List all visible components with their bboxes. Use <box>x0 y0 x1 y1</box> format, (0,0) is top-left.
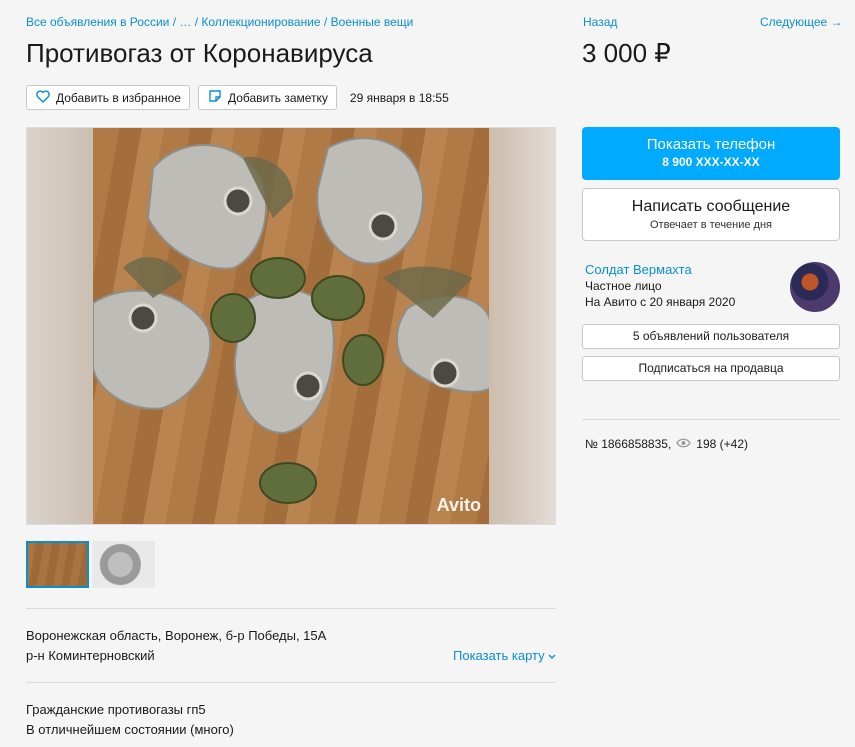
thumbnail-2[interactable] <box>92 541 155 588</box>
ad-number: № 1866858835, <box>585 437 672 451</box>
next-link[interactable]: Следующее → <box>760 15 843 29</box>
thumbnail-strip <box>26 541 155 588</box>
avito-watermark: Avito <box>436 495 481 515</box>
listing-actions: Добавить в избранное Добавить заметку 29… <box>26 85 449 110</box>
show-phone-button[interactable]: Показать телефон 8 900 XXX-XX-XX <box>582 127 840 180</box>
subscribe-button[interactable]: Подписаться на продавца <box>582 356 840 381</box>
ad-meta: № 1866858835, 198 (+42) <box>585 437 748 451</box>
breadcrumb-separator: / <box>320 15 331 29</box>
publish-date: 29 января в 18:55 <box>349 90 449 105</box>
price: 3 000 ₽ <box>582 38 671 68</box>
seller-name-link[interactable]: Солдат Вермахта <box>585 262 692 277</box>
eye-icon <box>676 437 692 451</box>
heart-icon <box>36 89 50 106</box>
show-phone-label: Показать телефон <box>646 136 776 153</box>
breadcrumb-collecting[interactable]: Коллекционирование <box>201 15 320 29</box>
divider <box>582 419 840 420</box>
seller-ads-button[interactable]: 5 объявлений пользователя <box>582 324 840 349</box>
show-map-link[interactable]: Показать карту <box>453 648 556 663</box>
add-favorite-button[interactable]: Добавить в избранное <box>26 85 190 110</box>
district: р-н Коминтерновский <box>26 648 155 663</box>
address: Воронежская область, Воронеж, б-р Победы… <box>26 628 327 643</box>
seller-since: На Авито с 20 января 2020 <box>585 295 736 309</box>
view-count: 198 (+42) <box>696 437 748 451</box>
main-photo[interactable]: Avito <box>92 128 492 524</box>
breadcrumb-ellipsis[interactable]: … <box>179 15 191 29</box>
breadcrumb-all-ads[interactable]: Все объявления в России <box>26 15 169 29</box>
add-note-label: Добавить заметку <box>227 90 328 105</box>
write-message-label: Написать сообщение <box>631 198 791 215</box>
gallery-blur-left <box>27 128 93 524</box>
breadcrumb-separator: / <box>191 15 202 29</box>
add-note-button[interactable]: Добавить заметку <box>197 85 337 110</box>
phone-number: 8 900 XXX-XX-XX <box>662 155 760 169</box>
page-title: Противогаз от Коронавируса <box>26 38 373 68</box>
note-icon <box>208 89 222 106</box>
thumbnail-1[interactable] <box>26 541 89 588</box>
gallery-blur-right <box>489 128 555 524</box>
add-favorite-label: Добавить в избранное <box>56 90 181 105</box>
back-link[interactable]: Назад <box>583 15 617 29</box>
show-map-label: Показать карту <box>453 648 545 663</box>
gas-masks-illustration <box>92 137 492 504</box>
description-line: Гражданские противогазы гп5 <box>26 702 206 717</box>
breadcrumb-separator: / <box>169 15 180 29</box>
breadcrumb-military[interactable]: Военные вещи <box>331 15 414 29</box>
divider <box>26 682 556 683</box>
divider <box>26 608 556 609</box>
photo-gallery[interactable]: Avito <box>26 127 556 525</box>
description-line: В отличнейшем состоянии (много) <box>26 722 234 737</box>
chevron-down-icon <box>548 648 556 663</box>
response-time: Отвечает в течение дня <box>649 219 773 231</box>
write-message-button[interactable]: Написать сообщение Отвечает в течение дн… <box>582 188 840 241</box>
avatar[interactable] <box>790 262 840 312</box>
breadcrumb: Все объявления в России / … / Коллекцион… <box>26 15 413 29</box>
seller-type: Частное лицо <box>585 279 662 293</box>
